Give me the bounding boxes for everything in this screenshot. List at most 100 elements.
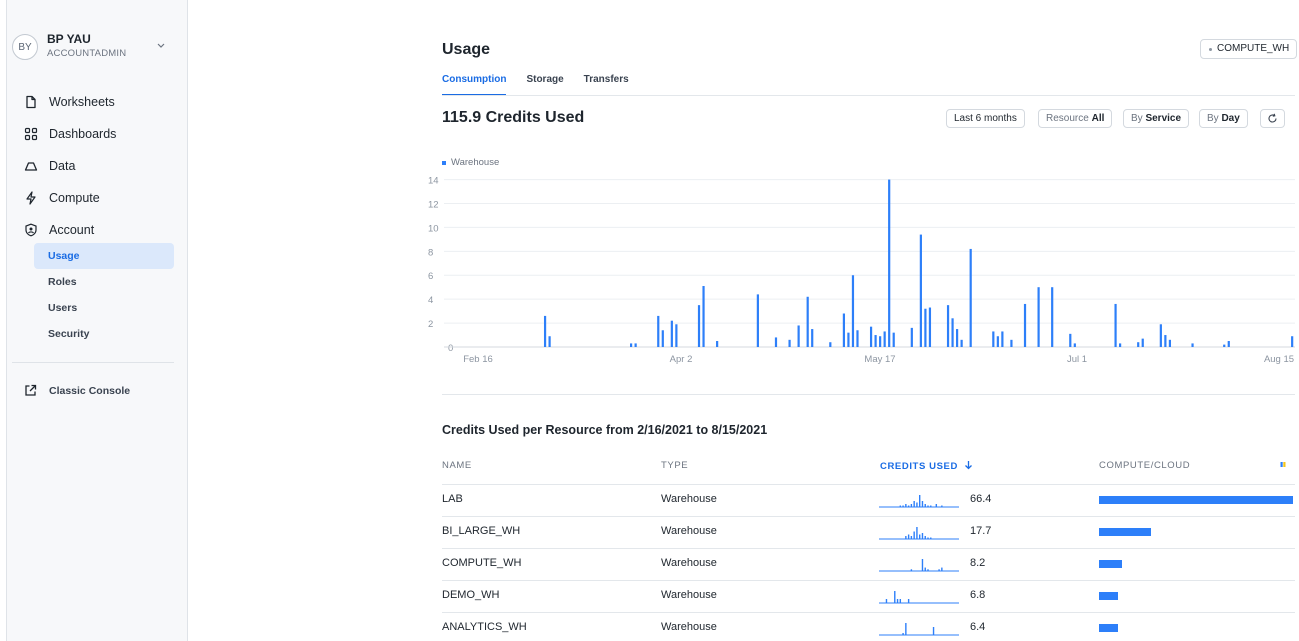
sparkline-bar [899, 505, 902, 507]
nav-data[interactable]: Data [24, 156, 75, 176]
cloud-icon [24, 159, 38, 173]
resource-name: BI_LARGE_WH [442, 525, 521, 537]
sparkline-bar [927, 537, 929, 539]
nav-compute[interactable]: Compute [24, 188, 100, 208]
nav-account[interactable]: Account [24, 220, 94, 240]
column-header-name[interactable]: NAME [442, 460, 472, 471]
grid-icon [24, 127, 38, 141]
classic-console-link[interactable]: Classic Console [24, 384, 130, 397]
sparkline-bar [924, 504, 926, 507]
sort-down-icon [965, 461, 973, 470]
chart-bar [1223, 344, 1226, 347]
column-header-type[interactable]: TYPE [661, 460, 688, 471]
resource-type: Warehouse [661, 525, 717, 537]
resource-filter-label: Resource [1046, 113, 1089, 124]
column-header-compute-cloud[interactable]: COMPUTE/CLOUD [1099, 460, 1190, 471]
nav-dashboards[interactable]: Dashboards [24, 124, 116, 144]
sparkline [879, 623, 959, 636]
x-tick-label: Apr 2 [670, 354, 693, 365]
compute-cloud-legend-icon [1280, 462, 1286, 467]
sparkline-bar [902, 633, 904, 635]
chart-bar [1037, 287, 1040, 347]
sparkline-bar [938, 569, 940, 571]
sidebar-item-security[interactable]: Security [34, 321, 174, 347]
refresh-icon [1268, 113, 1277, 123]
chart-bar [630, 343, 633, 347]
sidebar-divider [12, 362, 174, 363]
bolt-icon [24, 191, 38, 205]
resource-type: Warehouse [661, 621, 717, 633]
credits-value: 6.4 [970, 621, 986, 633]
resource-filter-value: All [1091, 113, 1105, 124]
external-link-icon [24, 384, 37, 397]
compute-bar [1099, 624, 1118, 632]
range-filter-button[interactable]: Last 6 months [946, 109, 1025, 128]
chart-divider [442, 394, 1295, 395]
service-filter-value: Service [1145, 113, 1182, 124]
tab-transfers[interactable]: Transfers [584, 74, 629, 96]
column-header-credits[interactable]: CREDITS USED [880, 460, 973, 472]
sidebar-item-roles[interactable]: Roles [34, 269, 174, 295]
tab-storage[interactable]: Storage [526, 74, 563, 96]
warehouse-selector[interactable]: COMPUTE_WH [1200, 39, 1298, 59]
nav-worksheets[interactable]: Worksheets [24, 92, 115, 112]
group-by-day-button[interactable]: By Day [1199, 109, 1248, 128]
chart-bar [806, 296, 809, 347]
resource-type: Warehouse [661, 557, 717, 569]
chart-bar [697, 305, 701, 347]
file-icon [24, 95, 38, 109]
chart-bar [1051, 287, 1054, 347]
compute-bar [1099, 560, 1122, 568]
sparkline-bar [905, 504, 907, 507]
chevron-down-icon[interactable] [156, 40, 166, 50]
chart-bar [774, 337, 778, 347]
y-tick-label: 8 [428, 247, 433, 258]
sidebar-item-usage[interactable]: Usage [34, 243, 174, 269]
chart-bar [910, 327, 913, 347]
table-row[interactable]: COMPUTE_WH Warehouse 8.2 [442, 548, 1295, 580]
refresh-button[interactable] [1260, 109, 1285, 128]
table-row[interactable]: LAB Warehouse 66.4 [442, 484, 1295, 516]
column-header-credits-label: CREDITS USED [880, 461, 958, 472]
chart-bar [842, 313, 846, 347]
compute-bar [1099, 592, 1118, 600]
resource-name: DEMO_WH [442, 589, 500, 601]
y-tick-label: 2 [428, 319, 433, 330]
chart-bar [811, 329, 814, 347]
page-title: Usage [442, 41, 491, 58]
chart-bar [879, 336, 882, 347]
sparkline-bar [919, 534, 921, 539]
sparkline [879, 527, 959, 540]
table-title: Credits Used per Resource from 2/16/2021… [442, 423, 768, 437]
sparkline-bar [927, 505, 929, 507]
table-row[interactable]: ANALYTICS_WH Warehouse 6.4 [442, 612, 1295, 641]
chart-bar [1164, 335, 1167, 347]
x-tick-label: Jul 1 [1067, 354, 1087, 365]
credits-used-total: 115.9 Credits Used [442, 109, 585, 126]
chart-bar [1137, 342, 1140, 347]
chart-bar [548, 336, 551, 347]
chart-bar [1023, 303, 1027, 347]
credits-value: 8.2 [970, 557, 986, 569]
tab-consumption[interactable]: Consumption [442, 74, 507, 96]
sparkline-bar [930, 537, 932, 539]
sparkline-bar [924, 567, 926, 571]
nav-label: Account [49, 223, 95, 237]
table-row[interactable]: BI_LARGE_WH Warehouse 17.7 [442, 516, 1295, 548]
sparkline-bar [905, 536, 907, 539]
credits-value: 66.4 [970, 493, 992, 505]
user-menu[interactable]: BY BP YAU ACCOUNTADMIN [10, 30, 180, 64]
sidebar: BY BP YAU ACCOUNTADMIN Worksheets Dashbo… [0, 0, 188, 641]
table-row[interactable]: DEMO_WH Warehouse 6.8 [442, 580, 1295, 612]
chart-bar [1001, 331, 1004, 347]
resource-type: Warehouse [661, 589, 717, 601]
chart-bar [788, 339, 791, 347]
resource-filter-button[interactable]: Resource All [1038, 109, 1113, 128]
sidebar-item-users[interactable]: Users [34, 295, 174, 321]
group-by-service-button[interactable]: By Service [1123, 109, 1190, 128]
x-tick-label: Aug 15 [1264, 354, 1294, 365]
sparkline-bar [941, 505, 943, 507]
sparkline-bar [907, 505, 910, 507]
sparkline-bar [935, 504, 938, 507]
legend-label: Warehouse [451, 157, 500, 168]
